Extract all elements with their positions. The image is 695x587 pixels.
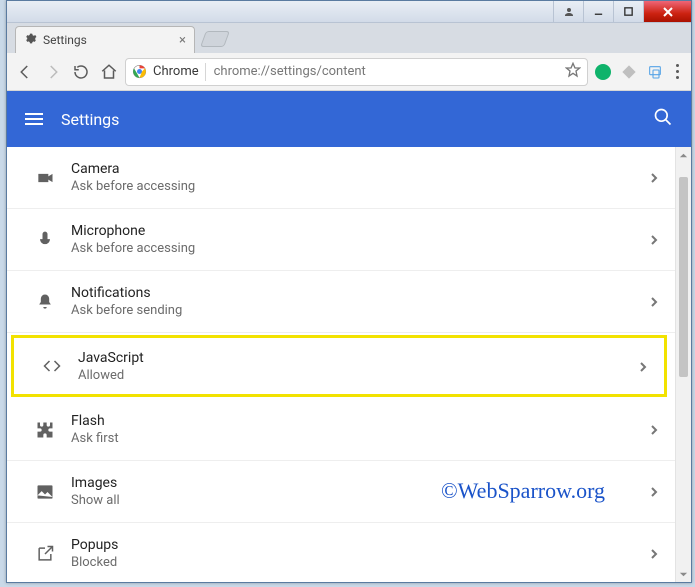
home-button[interactable] xyxy=(97,60,121,84)
settings-header: Settings xyxy=(7,91,691,147)
os-titlebar xyxy=(7,1,691,23)
item-subtitle: Ask before accessing xyxy=(71,179,195,194)
image-icon xyxy=(27,482,63,502)
extension-device-icon[interactable] xyxy=(644,61,666,83)
tab-strip: Settings × xyxy=(7,23,691,53)
settings-item-notifications[interactable]: Notifications Ask before sending xyxy=(7,271,675,333)
chevron-right-icon xyxy=(638,357,648,376)
item-title: Images xyxy=(71,475,120,491)
tab-close-icon[interactable]: × xyxy=(179,33,186,48)
chevron-right-icon xyxy=(649,230,659,249)
browser-tab[interactable]: Settings × xyxy=(15,26,195,53)
item-title: Flash xyxy=(71,413,119,429)
item-subtitle: Blocked xyxy=(71,555,118,570)
scroll-up-arrow[interactable] xyxy=(676,147,691,163)
settings-scroll-area: Camera Ask before accessing Microphone A… xyxy=(7,147,691,582)
close-window-button[interactable] xyxy=(643,1,691,22)
item-title: Notifications xyxy=(71,285,182,301)
item-subtitle: Show all xyxy=(71,493,120,508)
item-subtitle: Ask first xyxy=(71,431,119,446)
address-url: chrome://settings/content xyxy=(214,64,366,79)
tab-title: Settings xyxy=(43,33,87,47)
chevron-right-icon xyxy=(649,292,659,311)
item-title: JavaScript xyxy=(78,350,144,366)
microphone-icon xyxy=(27,230,63,250)
chevron-right-icon xyxy=(649,482,659,501)
browser-toolbar: Chrome chrome://settings/content xyxy=(7,53,691,91)
page-title: Settings xyxy=(61,110,119,129)
address-divider xyxy=(205,63,206,81)
extension-badge-green[interactable] xyxy=(592,61,614,83)
settings-search-button[interactable] xyxy=(653,107,673,131)
chrome-menu-button[interactable] xyxy=(670,64,685,79)
user-profile-button[interactable] xyxy=(553,1,583,22)
chevron-right-icon xyxy=(649,420,659,439)
bell-icon xyxy=(27,292,63,312)
minimize-button[interactable] xyxy=(583,1,613,22)
new-tab-button[interactable] xyxy=(200,31,230,47)
item-title: Camera xyxy=(71,161,195,177)
reload-button[interactable] xyxy=(69,60,93,84)
vertical-scrollbar[interactable] xyxy=(675,147,691,582)
code-icon xyxy=(34,356,70,376)
hamburger-menu-button[interactable] xyxy=(25,113,43,125)
settings-item-camera[interactable]: Camera Ask before accessing xyxy=(7,147,675,209)
settings-list: Camera Ask before accessing Microphone A… xyxy=(7,147,675,582)
watermark-text: ©WebSparrow.org xyxy=(441,478,605,504)
item-subtitle: Ask before sending xyxy=(71,303,182,318)
scroll-down-arrow[interactable] xyxy=(676,566,691,582)
extension-diamond-icon[interactable] xyxy=(618,61,640,83)
scrollbar-thumb[interactable] xyxy=(679,177,688,377)
item-title: Microphone xyxy=(71,223,195,239)
item-title: Popups xyxy=(71,537,118,553)
chrome-icon xyxy=(132,64,147,79)
settings-item-flash[interactable]: Flash Ask first xyxy=(7,399,675,461)
content-viewport: Settings Camera Ask before accessing xyxy=(7,91,691,582)
chevron-right-icon xyxy=(649,544,659,563)
address-bar[interactable]: Chrome chrome://settings/content xyxy=(125,58,588,86)
maximize-button[interactable] xyxy=(613,1,643,22)
launch-icon xyxy=(27,544,63,564)
chevron-right-icon xyxy=(649,168,659,187)
window: Settings × Chrome chrom xyxy=(6,0,692,583)
item-subtitle: Ask before accessing xyxy=(71,241,195,256)
settings-item-javascript[interactable]: JavaScript Allowed xyxy=(11,335,667,397)
gear-icon xyxy=(24,32,43,48)
puzzle-icon xyxy=(27,420,63,440)
back-button[interactable] xyxy=(13,60,37,84)
settings-item-microphone[interactable]: Microphone Ask before accessing xyxy=(7,209,675,271)
settings-item-popups[interactable]: Popups Blocked xyxy=(7,523,675,582)
forward-button[interactable] xyxy=(41,60,65,84)
camera-icon xyxy=(27,168,63,188)
item-subtitle: Allowed xyxy=(78,368,144,383)
address-origin-label: Chrome xyxy=(153,64,199,79)
bookmark-star-icon[interactable] xyxy=(565,62,581,82)
